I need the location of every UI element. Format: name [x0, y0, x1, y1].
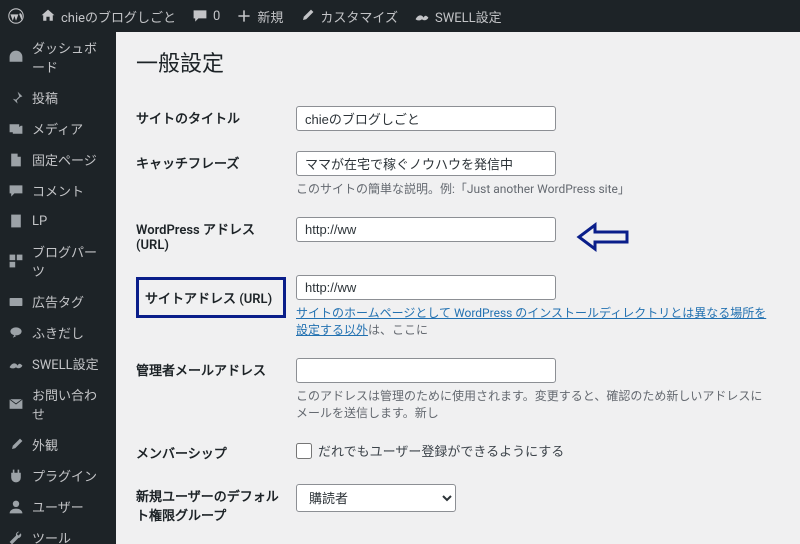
- sidebar-item-plugins[interactable]: プラグイン: [0, 460, 116, 491]
- sidebar-item-adtag[interactable]: 広告タグ: [0, 286, 116, 317]
- sidebar-label: SWELL設定: [32, 354, 99, 373]
- sidebar-item-tools[interactable]: ツール: [0, 522, 116, 544]
- wp-logo[interactable]: [0, 0, 32, 32]
- sidebar-label: ユーザー: [32, 497, 84, 516]
- blogname-input[interactable]: [296, 106, 556, 131]
- pin-icon: [8, 90, 24, 106]
- balloon-icon: [8, 325, 24, 341]
- wrench-icon: [8, 530, 24, 544]
- sidebar-item-media[interactable]: メディア: [0, 113, 116, 144]
- media-icon: [8, 121, 24, 137]
- parts-icon: [8, 253, 24, 269]
- siteurl-input[interactable]: [296, 275, 556, 300]
- dashboard-icon: [8, 49, 24, 65]
- sidebar-item-appearance[interactable]: 外観: [0, 429, 116, 460]
- sidebar-item-balloon[interactable]: ふきだし: [0, 317, 116, 348]
- comments-count: 0: [213, 9, 220, 24]
- siteurl-help-link[interactable]: サイトのホームページとして WordPress のインストールディレクトリとは異…: [296, 306, 766, 337]
- sidebar-label: ふきだし: [32, 323, 84, 342]
- sidebar-label: ダッシュボード: [32, 38, 108, 76]
- site-name-link[interactable]: chieのブログしごと: [32, 0, 184, 32]
- sidebar-label: 広告タグ: [32, 292, 84, 311]
- sidebar-item-swell[interactable]: SWELL設定: [0, 348, 116, 379]
- brush-icon: [8, 437, 24, 453]
- sidebar-item-pages[interactable]: 固定ページ: [0, 144, 116, 175]
- sidebar-label: お問い合わせ: [32, 385, 108, 423]
- membership-checkbox[interactable]: [296, 443, 312, 459]
- wpurl-label: WordPress アドレス (URL): [136, 207, 296, 265]
- blogname-label: サイトのタイトル: [136, 96, 296, 141]
- membership-label: メンバーシップ: [136, 431, 296, 474]
- sidebar-item-users[interactable]: ユーザー: [0, 491, 116, 522]
- swell-icon: [8, 356, 24, 372]
- sidebar-label: LP: [32, 214, 47, 229]
- tagline-label: キャッチフレーズ: [136, 141, 296, 207]
- admin-email-label: 管理者メールアドレス: [136, 348, 296, 431]
- swell-icon: [414, 8, 430, 24]
- admin-email-input[interactable]: [296, 358, 556, 383]
- wordpress-icon: [8, 8, 24, 24]
- sidebar-label: プラグイン: [32, 466, 97, 485]
- customize-label: カスタマイズ: [320, 7, 398, 26]
- admin-sidebar: ダッシュボード 投稿 メディア 固定ページ コメント LP ブログパーツ 広告タ…: [0, 32, 116, 544]
- site-name-text: chieのブログしごと: [61, 7, 176, 26]
- annotation-arrow-icon: [575, 222, 629, 252]
- admin-email-description: このアドレスは管理のために使用されます。変更すると、確認のため新しいアドレスにメ…: [296, 387, 770, 421]
- user-icon: [8, 499, 24, 515]
- sidebar-label: メディア: [32, 119, 83, 138]
- membership-checkbox-text: だれでもユーザー登録ができるようにする: [318, 441, 564, 460]
- new-content-link[interactable]: 新規: [228, 0, 291, 32]
- default-role-label: 新規ユーザーのデフォルト権限グループ: [136, 474, 296, 536]
- page-title: 一般設定: [136, 46, 780, 78]
- sidebar-label: 投稿: [32, 88, 58, 107]
- comment-icon: [192, 8, 208, 24]
- tagline-description: このサイトの簡単な説明。例:「Just another WordPress si…: [296, 180, 770, 197]
- sidebar-item-lp[interactable]: LP: [0, 206, 116, 236]
- sidebar-item-dashboard[interactable]: ダッシュボード: [0, 32, 116, 82]
- settings-main: 一般設定 サイトのタイトル キャッチフレーズ このサイトの簡単な説明。例:「Ju…: [116, 32, 800, 544]
- site-lang-label: サイトの言語: [136, 536, 296, 544]
- new-label: 新規: [257, 7, 283, 26]
- sidebar-label: 固定ページ: [32, 150, 97, 169]
- sidebar-label: ブログパーツ: [32, 242, 108, 280]
- page-icon: [8, 152, 24, 168]
- siteurl-description: サイトのホームページとして WordPress のインストールディレクトリとは異…: [296, 304, 770, 338]
- siteurl-desc-rest: は、ここに: [368, 323, 428, 337]
- swell-label: SWELL設定: [435, 7, 502, 26]
- sidebar-item-comments[interactable]: コメント: [0, 175, 116, 206]
- mail-icon: [8, 396, 24, 412]
- plugin-icon: [8, 468, 24, 484]
- tagline-input[interactable]: [296, 151, 556, 176]
- admin-toolbar: chieのブログしごと 0 新規 カスタマイズ SWELL設定: [0, 0, 800, 32]
- membership-checkbox-label[interactable]: だれでもユーザー登録ができるようにする: [296, 441, 770, 460]
- sidebar-label: ツール: [32, 528, 71, 544]
- ad-icon: [8, 294, 24, 310]
- sidebar-label: 外観: [32, 435, 58, 454]
- sidebar-item-posts[interactable]: 投稿: [0, 82, 116, 113]
- sidebar-item-contact[interactable]: お問い合わせ: [0, 379, 116, 429]
- home-icon: [40, 8, 56, 24]
- customize-link[interactable]: カスタマイズ: [291, 0, 406, 32]
- plus-icon: [236, 8, 252, 24]
- swell-link[interactable]: SWELL設定: [406, 0, 510, 32]
- sidebar-label: コメント: [32, 181, 84, 200]
- settings-form-table: サイトのタイトル キャッチフレーズ このサイトの簡単な説明。例:「Just an…: [136, 96, 780, 544]
- brush-icon: [299, 8, 315, 24]
- siteurl-label: サイトアドレス (URL): [136, 277, 286, 318]
- default-role-select[interactable]: 購読者: [296, 484, 456, 512]
- file-icon: [8, 213, 24, 229]
- comment-icon: [8, 183, 24, 199]
- sidebar-item-blogparts[interactable]: ブログパーツ: [0, 236, 116, 286]
- comments-link[interactable]: 0: [184, 0, 228, 32]
- wpurl-input[interactable]: [296, 217, 556, 242]
